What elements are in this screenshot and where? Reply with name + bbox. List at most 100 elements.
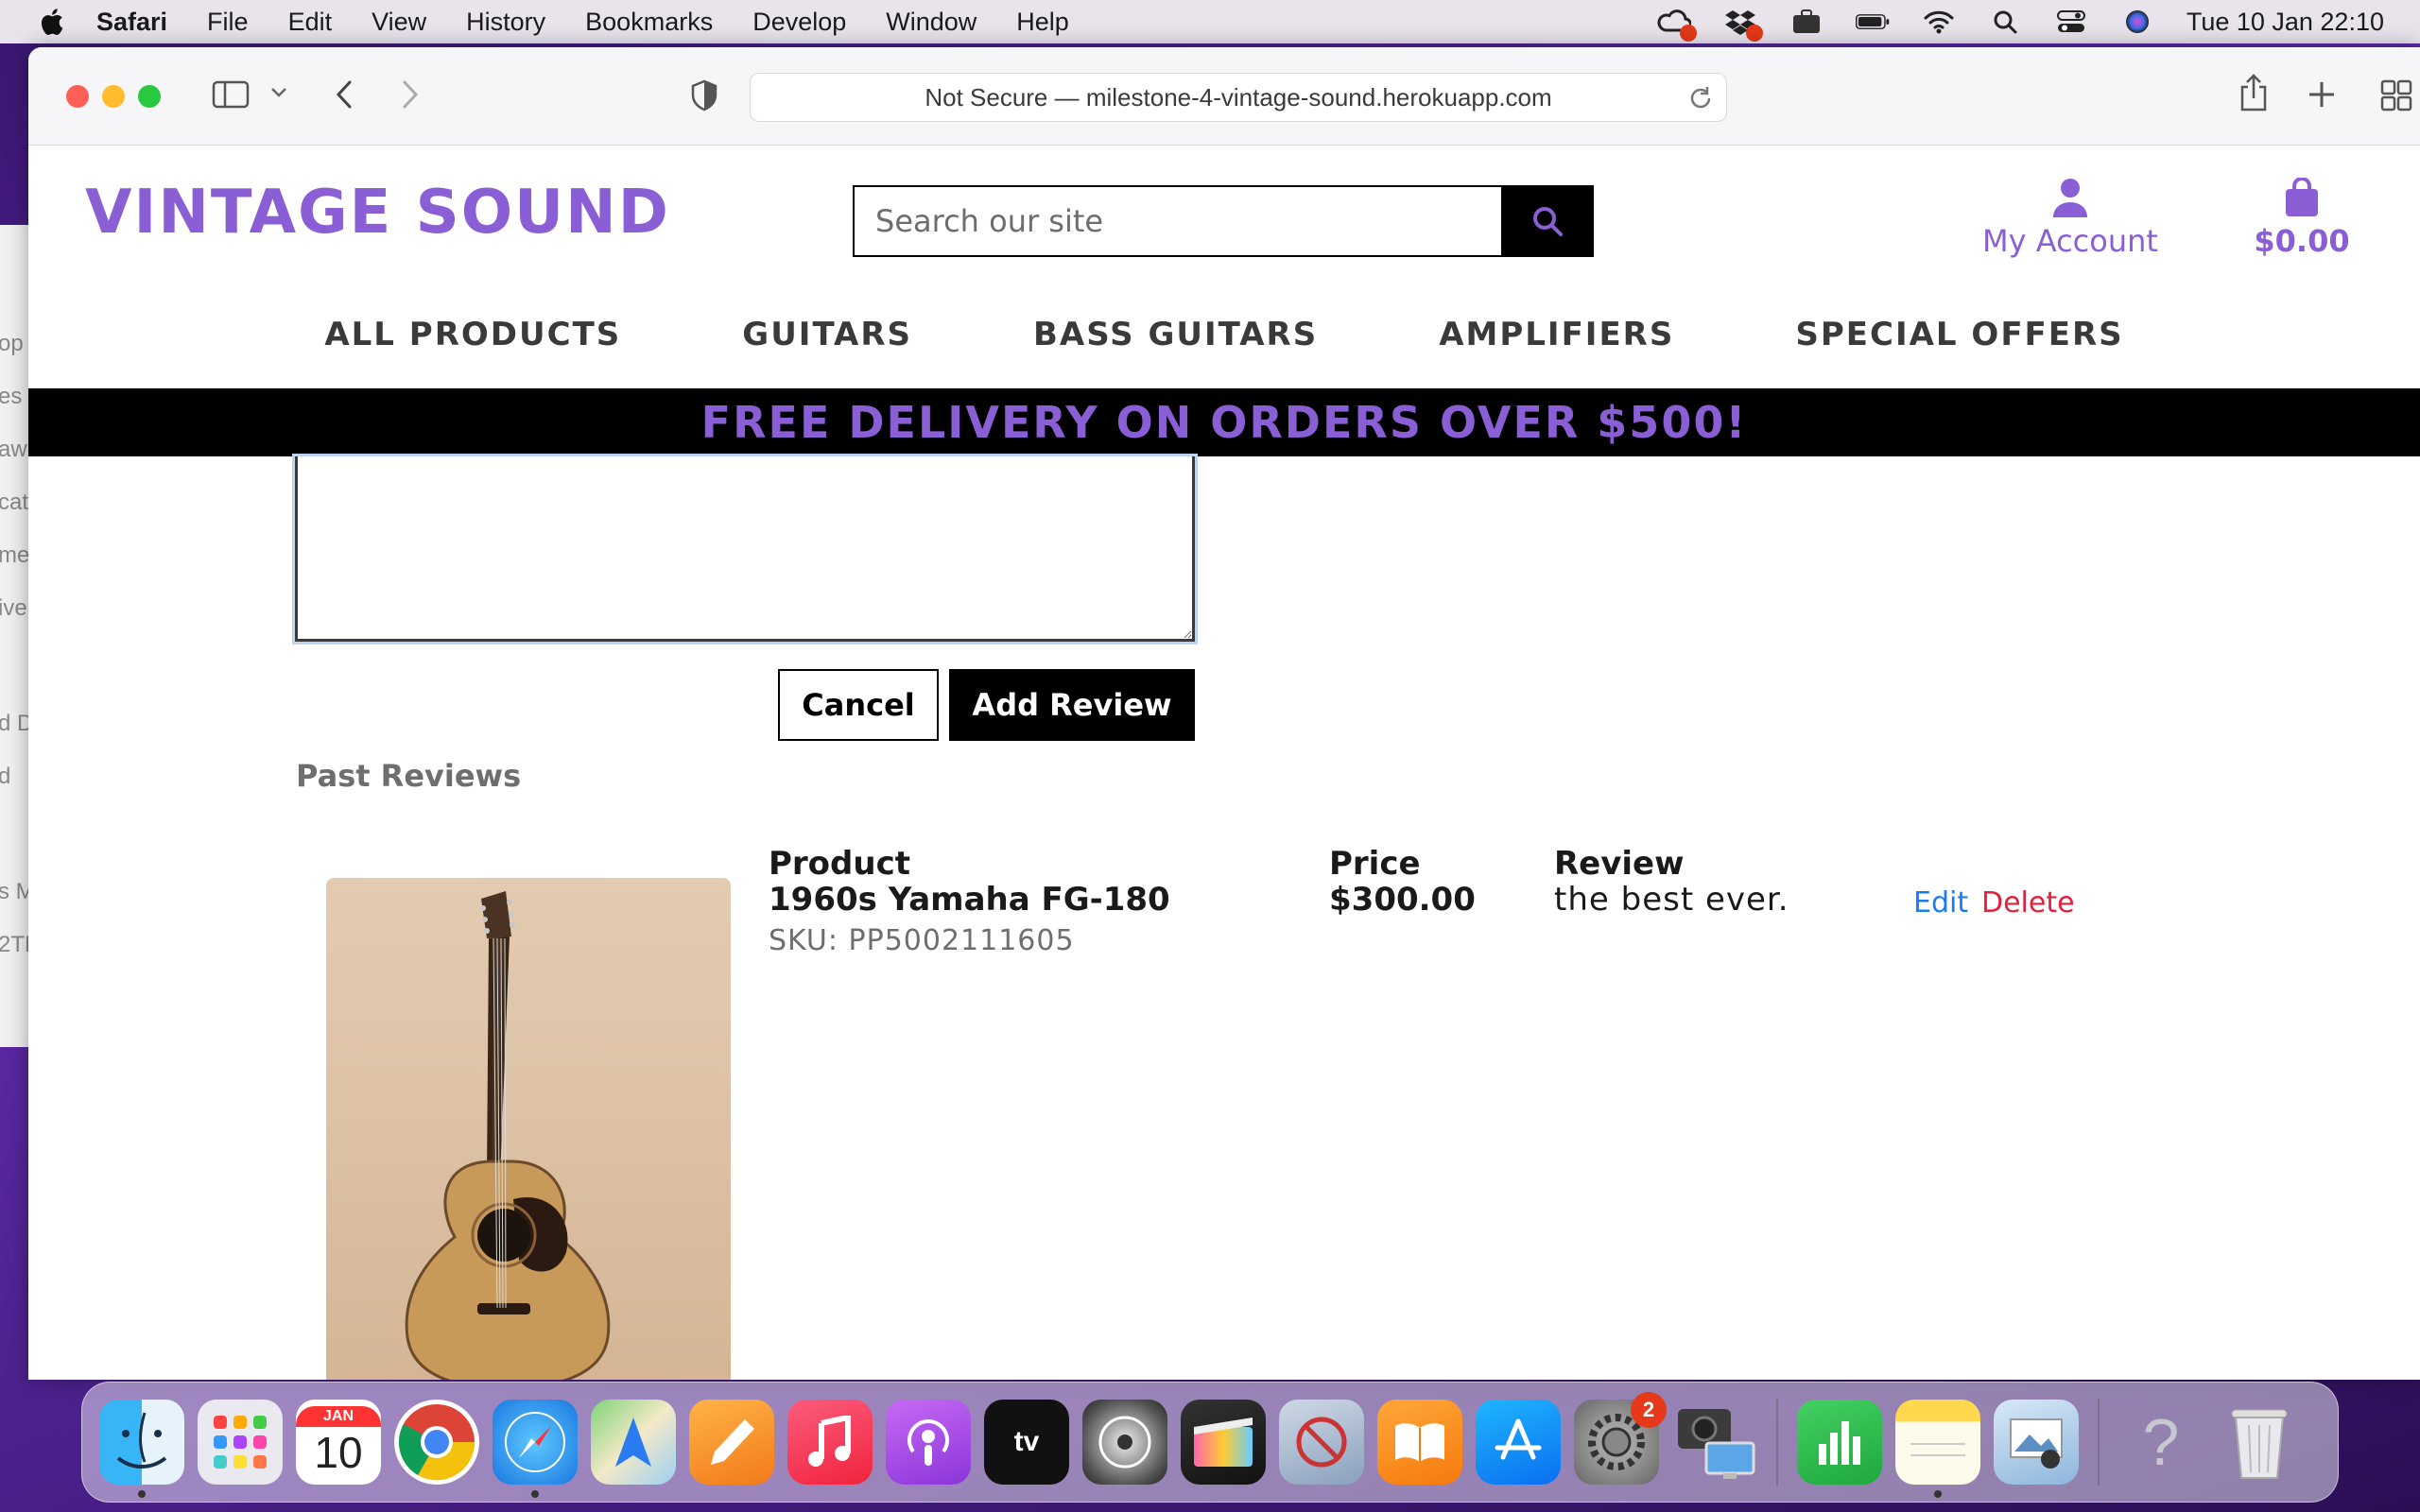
new-tab-plus-icon[interactable] [2307, 79, 2337, 110]
delivery-banner-text: FREE DELIVERY ON ORDERS OVER $500! [700, 397, 1748, 448]
safari-icon[interactable] [493, 1400, 578, 1498]
cart-total: $0.00 [2254, 223, 2350, 259]
add-review-button[interactable]: Add Review [949, 669, 1195, 741]
menu-view[interactable]: View [372, 8, 426, 37]
shopping-bag-icon [2286, 178, 2318, 216]
running-indicator [138, 1490, 146, 1498]
preview-icon[interactable] [1994, 1400, 2079, 1485]
menu-bar-clock[interactable]: Tue 10 Jan 22:10 [2187, 8, 2384, 37]
nav-amplifiers[interactable]: AMPLIFIERS [1439, 306, 1674, 372]
notes-icon[interactable] [1895, 1400, 1980, 1498]
calendar-icon[interactable]: JAN 10 [296, 1400, 381, 1485]
product-image[interactable] [326, 878, 731, 1380]
minimize-window-button[interactable] [102, 85, 125, 108]
system-preferences-icon[interactable]: 2 [1574, 1392, 1667, 1485]
nav-all-products[interactable]: ALL PRODUCTS [324, 306, 621, 372]
address-text: Not Secure — milestone-4-vintage-sound.h… [925, 82, 1552, 112]
control-center-icon[interactable] [2054, 8, 2088, 36]
siri-icon[interactable] [2120, 8, 2154, 36]
nav-bass-guitars[interactable]: BASS GUITARS [1033, 306, 1318, 372]
my-account-link[interactable]: My Account [1966, 178, 2174, 259]
dropbox-icon[interactable] [1723, 8, 1763, 42]
background-text: es [0, 384, 23, 409]
pages-icon[interactable] [689, 1400, 774, 1485]
maps-icon[interactable] [591, 1400, 676, 1485]
menu-help[interactable]: Help [1016, 8, 1069, 37]
browser-toolbar: Not Secure — milestone-4-vintage-sound.h… [28, 47, 2420, 146]
main-nav: ALL PRODUCTS GUITARS BASS GUITARS AMPLIF… [28, 306, 2420, 372]
background-text: ive [0, 595, 27, 621]
site-logo[interactable]: VINTAGE SOUND [85, 178, 670, 248]
logic-pro-icon[interactable] [1082, 1400, 1167, 1485]
finder-icon[interactable] [99, 1400, 184, 1498]
edit-review-link[interactable]: Edit [1913, 886, 1968, 919]
column-header-product: Product [769, 845, 910, 883]
apple-logo-icon[interactable] [38, 7, 64, 37]
wifi-icon[interactable] [1922, 8, 1956, 36]
running-indicator [1934, 1490, 1942, 1498]
share-icon[interactable] [2238, 74, 2269, 112]
numbers-icon[interactable] [1797, 1400, 1882, 1485]
safari-window: Not Secure — milestone-4-vintage-sound.h… [28, 47, 2420, 1380]
column-header-review: Review [1554, 845, 1685, 883]
dock-separator [1776, 1399, 1778, 1486]
calendar-day: 10 [314, 1428, 363, 1477]
menu-edit[interactable]: Edit [288, 8, 333, 37]
final-cut-icon[interactable] [1181, 1400, 1266, 1485]
past-reviews-heading: Past Reviews [296, 758, 522, 794]
shopping-bag-link[interactable]: $0.00 [2245, 178, 2359, 259]
screen-sharing-icon[interactable] [1672, 1400, 1757, 1485]
menu-bar: Safari File Edit View History Bookmarks … [0, 0, 2420, 43]
menu-develop[interactable]: Develop [752, 8, 846, 37]
product-name[interactable]: 1960s Yamaha FG-180 [769, 881, 1170, 919]
help-question-icon[interactable]: ? [2118, 1400, 2204, 1485]
delete-review-link[interactable]: Delete [1981, 886, 2075, 919]
search-button[interactable] [1501, 185, 1594, 257]
review-textarea[interactable] [292, 454, 1198, 644]
menu-bookmarks[interactable]: Bookmarks [585, 8, 713, 37]
search-input[interactable] [853, 185, 1501, 257]
background-text: me [0, 542, 30, 568]
back-arrow-icon[interactable] [335, 79, 354, 110]
menu-app-name[interactable]: Safari [96, 8, 167, 37]
address-bar[interactable]: Not Secure — milestone-4-vintage-sound.h… [750, 73, 1727, 122]
chevron-down-icon[interactable] [270, 87, 287, 98]
creative-cloud-icon[interactable] [1657, 8, 1697, 42]
launchpad-icon[interactable] [198, 1400, 283, 1485]
nav-guitars[interactable]: GUITARS [742, 306, 912, 372]
apple-tv-icon[interactable]: tv [984, 1400, 1069, 1485]
podcasts-icon[interactable] [886, 1400, 971, 1485]
chrome-icon[interactable] [394, 1400, 479, 1485]
briefcase-icon[interactable] [1789, 8, 1824, 36]
menu-file[interactable]: File [207, 8, 249, 37]
reload-icon[interactable] [1688, 85, 1713, 118]
tab-overview-icon[interactable] [2380, 79, 2412, 112]
forward-arrow-icon[interactable] [401, 79, 420, 110]
zoom-window-button[interactable] [138, 85, 161, 108]
trash-icon[interactable] [2217, 1400, 2302, 1485]
background-text: d D [0, 711, 29, 737]
music-icon[interactable] [787, 1400, 873, 1485]
close-window-button[interactable] [66, 85, 89, 108]
app-store-icon[interactable] [1476, 1400, 1561, 1485]
sidebar-toggle-icon[interactable] [212, 79, 250, 110]
books-icon[interactable] [1377, 1400, 1462, 1485]
utility-icon[interactable] [1279, 1400, 1364, 1485]
background-window: op es aw cat me ive d D d s M 2TE [0, 225, 30, 1047]
menu-window[interactable]: Window [886, 8, 977, 37]
web-page: VINTAGE SOUND My Account $0.00 ALL PRODU… [28, 146, 2420, 1380]
my-account-label: My Account [1982, 223, 2158, 259]
column-header-price: Price [1329, 845, 1421, 883]
spotlight-search-icon[interactable] [1988, 8, 2022, 36]
notification-dot [1679, 25, 1697, 42]
background-text: op [0, 331, 24, 356]
privacy-shield-icon[interactable] [690, 79, 718, 112]
background-text: 2TE [0, 932, 29, 957]
notification-dot [1745, 25, 1763, 42]
cancel-button[interactable]: Cancel [778, 669, 939, 741]
battery-icon[interactable] [1855, 8, 1890, 36]
nav-special-offers[interactable]: SPECIAL OFFERS [1795, 306, 2123, 372]
menu-history[interactable]: History [466, 8, 545, 37]
product-price: $300.00 [1329, 881, 1476, 919]
user-icon [2053, 179, 2087, 217]
